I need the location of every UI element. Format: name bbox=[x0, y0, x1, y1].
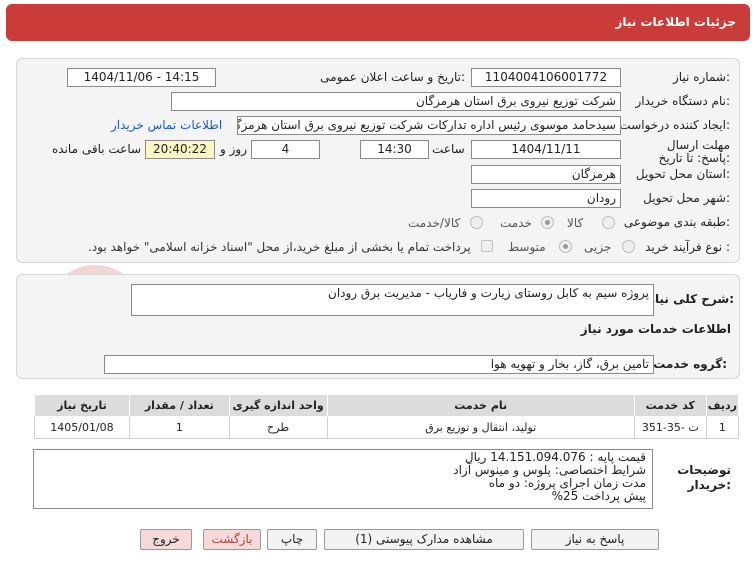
page-header: جزئیات اطلاعات نیاز bbox=[6, 4, 750, 41]
remaining-time-field: 20:40:22 bbox=[145, 140, 215, 159]
days-label: روز و bbox=[220, 142, 247, 156]
col-service-code: کد خدمت bbox=[633, 394, 707, 417]
city-field: رودان bbox=[471, 189, 621, 208]
process-radio-minor[interactable] bbox=[622, 240, 635, 253]
time-label: ساعت bbox=[432, 142, 465, 156]
deadline-time-field: 14:30 bbox=[360, 140, 429, 159]
announce-date-field: 1404/11/06 - 14:15 bbox=[67, 68, 216, 87]
process-option-minor: جزیی bbox=[584, 240, 612, 254]
need-info-panel bbox=[16, 58, 740, 263]
category-radio-goods[interactable] bbox=[602, 216, 615, 229]
table-row: 1405/01/08 1 طرح تولید، انتقال و توزیع ب… bbox=[34, 416, 740, 439]
service-group-label: گروه خدمت: bbox=[653, 357, 727, 371]
treasury-payment-note: پرداخت تمام یا بخشی از مبلغ خرید،از محل … bbox=[88, 240, 471, 254]
cell-service-code: ت -35-351 bbox=[633, 416, 707, 439]
buyer-org-field: شرکت توزیع نیروی برق استان هرمزگان bbox=[171, 92, 621, 111]
requester-field: سیدحامد موسوی رئیس اداره تدارکات شرکت تو… bbox=[237, 116, 621, 135]
category-option-goods: کالا bbox=[567, 216, 584, 230]
city-label: شهر محل تحویل: bbox=[643, 191, 730, 205]
process-type-label: نوع فرآیند خرید : bbox=[645, 240, 730, 254]
services-section-title: اطلاعات خدمات مورد نیاز bbox=[580, 322, 731, 336]
buyer-notes-label: توضیحات خریدار: bbox=[677, 463, 731, 492]
process-radio-medium[interactable] bbox=[559, 240, 572, 253]
contact-buyer-link[interactable]: اطلاعات تماس خریدار bbox=[111, 118, 222, 132]
buyer-notes-line: پیش پرداخت 25% bbox=[551, 489, 646, 503]
category-label: طبقه بندی موضوعی: bbox=[623, 215, 730, 229]
print-button[interactable]: چاپ bbox=[267, 529, 317, 550]
need-number-field: 1104004106001772 bbox=[471, 68, 621, 87]
category-option-goods-service: کالا/خدمت bbox=[408, 216, 461, 230]
back-button[interactable]: بازگشت bbox=[203, 529, 261, 550]
category-radio-service[interactable] bbox=[541, 216, 554, 229]
category-option-service: خدمت bbox=[500, 216, 532, 230]
col-service-name: نام خدمت bbox=[326, 394, 635, 417]
days-field: 4 bbox=[251, 140, 320, 159]
process-option-medium: متوسط bbox=[508, 240, 546, 254]
cell-quantity: 1 bbox=[128, 416, 230, 439]
cell-row-number: 1 bbox=[705, 416, 740, 439]
view-attachments-button[interactable]: مشاهده مدارک پیوستی (1) bbox=[324, 529, 524, 550]
deadline-label: مهلت ارسال پاسخ: تا تاریخ: bbox=[658, 138, 730, 165]
reply-button[interactable]: پاسخ به نیاز bbox=[531, 529, 659, 550]
services-table: تاریخ نیاز تعداد / مقدار واحد اندازه گیر… bbox=[34, 394, 740, 439]
exit-button[interactable]: خروج bbox=[140, 529, 192, 550]
cell-need-date: 1405/01/08 bbox=[34, 416, 130, 439]
province-label: استان محل تحویل: bbox=[635, 167, 730, 181]
table-header-row: تاریخ نیاز تعداد / مقدار واحد اندازه گیر… bbox=[34, 394, 740, 417]
description-label: شرح کلی نیاز: bbox=[648, 292, 734, 306]
col-need-date: تاریخ نیاز bbox=[34, 394, 130, 417]
col-quantity: تعداد / مقدار bbox=[128, 394, 230, 417]
col-unit: واحد اندازه گیری bbox=[228, 394, 328, 417]
deadline-date-field: 1404/11/11 bbox=[471, 140, 621, 159]
col-row-number: ردیف bbox=[705, 394, 740, 417]
requester-label: ایجاد کننده درخواست: bbox=[619, 118, 730, 132]
remaining-time-label: ساعت باقی مانده bbox=[52, 142, 142, 156]
buyer-org-label: نام دستگاه خریدار: bbox=[635, 94, 731, 108]
category-radio-goods-service[interactable] bbox=[470, 216, 483, 229]
announce-date-label: تاریخ و ساعت اعلان عمومی: bbox=[320, 70, 465, 84]
province-field: هرمزگان bbox=[471, 165, 621, 184]
page-title: جزئیات اطلاعات نیاز bbox=[615, 15, 736, 29]
service-group-field: تامین برق، گاز، بخار و تهویه هوا bbox=[104, 355, 654, 374]
description-field: پروژه سیم به کابل روستای زیارت و فاریاب … bbox=[131, 284, 654, 316]
treasury-payment-checkbox[interactable] bbox=[481, 240, 493, 252]
buyer-notes-field: قیمت پایه : 14.151.094.076 ریال شرایط اخ… bbox=[33, 449, 653, 509]
cell-service-name: تولید، انتقال و توزیع برق bbox=[326, 416, 635, 439]
cell-unit: طرح bbox=[228, 416, 328, 439]
need-number-label: شماره نیاز: bbox=[672, 70, 730, 84]
